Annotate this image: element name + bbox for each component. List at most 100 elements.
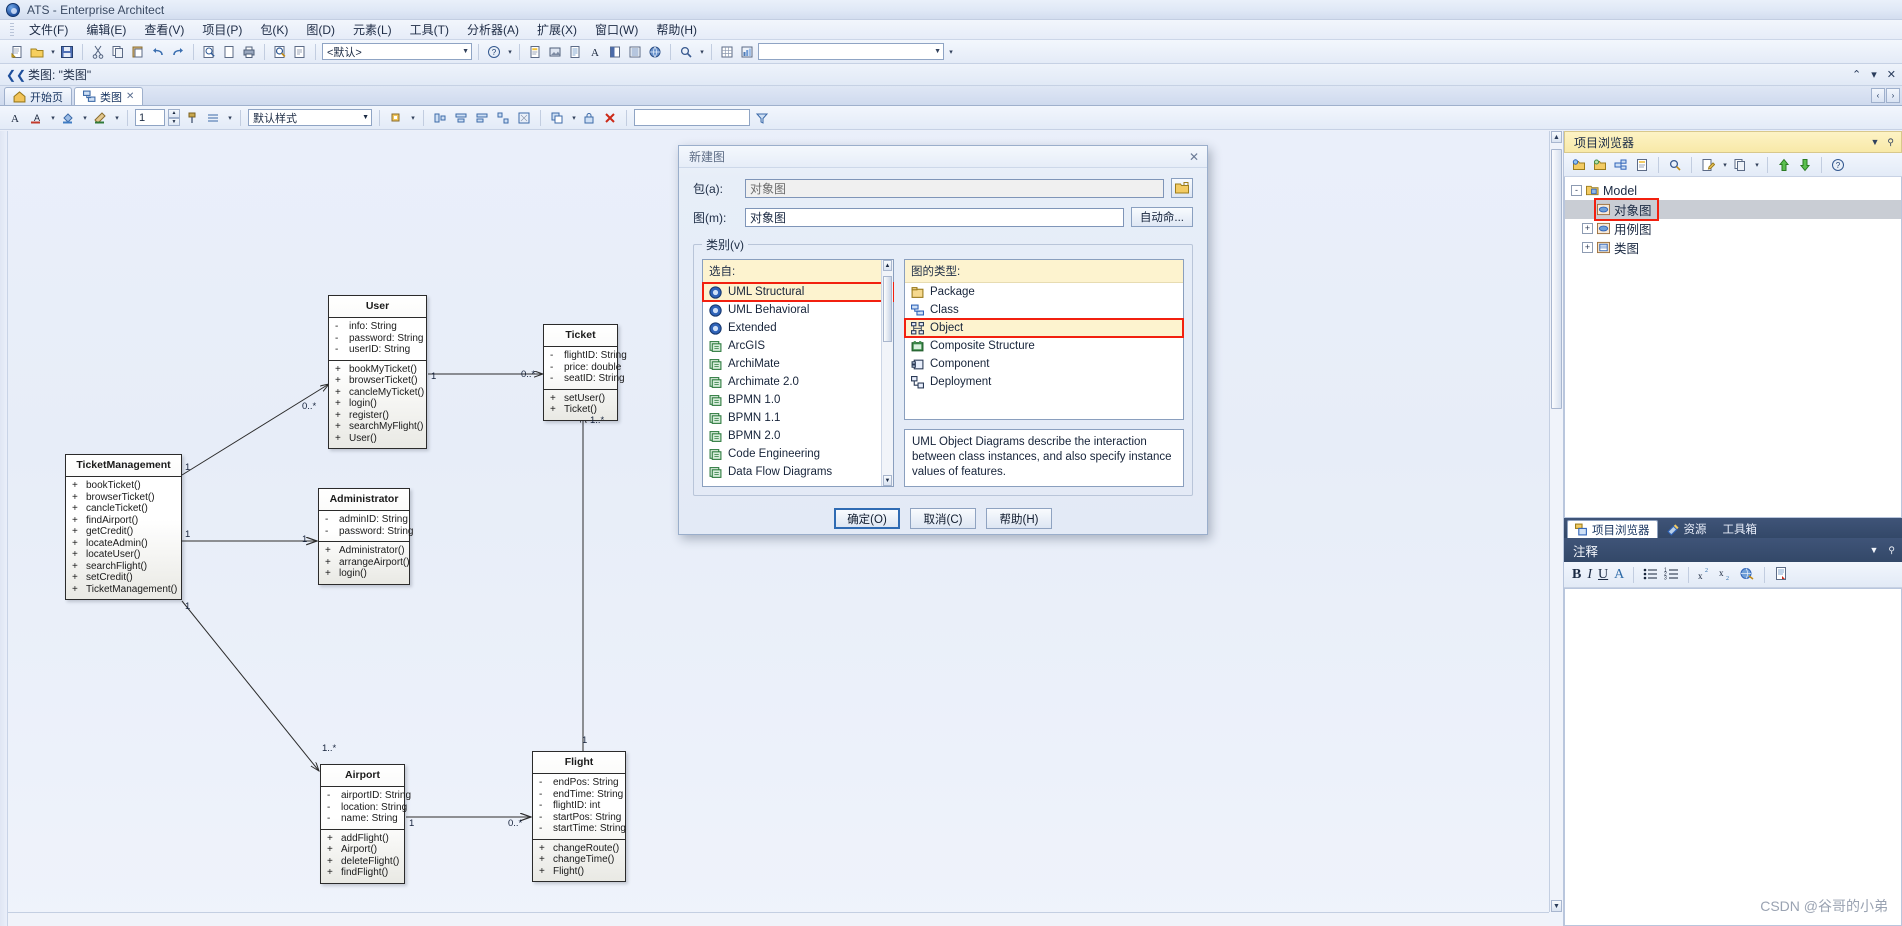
uml-class-administrator[interactable]: Administrator - adminID: String - password…: [318, 488, 413, 585]
collapse-icon[interactable]: ⌃: [1852, 68, 1861, 81]
tree-node-usecase-diagram[interactable]: + 用例图: [1565, 219, 1901, 238]
browse-folder-icon[interactable]: [1171, 178, 1193, 198]
underline-button[interactable]: U: [1598, 567, 1608, 583]
zoom-dropdown-icon[interactable]: ▾: [697, 43, 705, 61]
copy-icon[interactable]: [109, 43, 127, 61]
z-order-icon[interactable]: [548, 109, 566, 127]
line-style-dropdown-icon[interactable]: ▾: [225, 109, 233, 127]
page-icon[interactable]: [220, 43, 238, 61]
edit-notes-icon[interactable]: [1699, 156, 1717, 174]
help-dropdown-icon[interactable]: ▾: [505, 43, 513, 61]
tree-expander[interactable]: -: [1571, 185, 1582, 196]
source-listbox[interactable]: 选自: UML Structural UML Behavioral Extend…: [702, 259, 894, 487]
canvas-vertical-scrollbar[interactable]: ▲ ▼: [1549, 131, 1563, 912]
print-icon[interactable]: [240, 43, 258, 61]
menu-window[interactable]: 窗口(W): [586, 19, 647, 40]
source-list-scrollbar[interactable]: ▲ ▼: [881, 260, 893, 486]
type-item-object[interactable]: Object: [904, 318, 1184, 338]
tree-node-object-diagram[interactable]: 对象图: [1565, 198, 1901, 221]
dock-tab-project-browser[interactable]: 项目浏览器: [1567, 520, 1658, 538]
new-view-icon[interactable]: [1591, 156, 1609, 174]
paste-icon[interactable]: [129, 43, 147, 61]
line-width-stepper[interactable]: ▲ ▼: [168, 109, 180, 126]
open-folder-icon[interactable]: [28, 43, 46, 61]
menu-analyzer[interactable]: 分析器(A): [458, 19, 528, 40]
redo-icon[interactable]: [169, 43, 187, 61]
cut-icon[interactable]: [89, 43, 107, 61]
package-field[interactable]: 对象图: [745, 178, 1164, 198]
menu-edit[interactable]: 编辑(E): [77, 19, 135, 40]
dock-tab-resources[interactable]: 资源: [1660, 520, 1714, 538]
lock-icon[interactable]: [580, 109, 598, 127]
menu-view[interactable]: 查看(V): [135, 19, 193, 40]
scroll-thumb[interactable]: [1551, 149, 1562, 409]
apply-style-dropdown-icon[interactable]: ▾: [408, 109, 416, 127]
align-right-icon[interactable]: [473, 109, 491, 127]
tree-expander[interactable]: +: [1582, 223, 1593, 234]
print-preview-icon[interactable]: [200, 43, 218, 61]
distribute-icon[interactable]: [494, 109, 512, 127]
stepper-down-icon[interactable]: ▼: [168, 117, 180, 126]
move-up-icon[interactable]: [1775, 156, 1793, 174]
zoom-icon[interactable]: [677, 43, 695, 61]
help-circle-icon[interactable]: ?: [485, 43, 503, 61]
help-icon[interactable]: ?: [1829, 156, 1847, 174]
tree-node-class-diagram[interactable]: + 类图: [1565, 238, 1901, 257]
menu-project[interactable]: 项目(P): [193, 19, 251, 40]
scroll-down-icon[interactable]: ▼: [1551, 900, 1562, 912]
source-item-bpmn-10[interactable]: BPMN 1.0: [703, 391, 893, 409]
save-icon[interactable]: [58, 43, 76, 61]
source-item-arcgis[interactable]: ArcGIS: [703, 337, 893, 355]
type-item-component[interactable]: Component: [905, 355, 1183, 373]
chevron-down-icon[interactable]: ▼: [1869, 545, 1878, 556]
new-diagram-dialog[interactable]: 新建图 ✕ 包(a): 对象图 图(m): 对象图 自动命... 类别(v) 选…: [678, 145, 1208, 535]
pin-icon[interactable]: ⚲: [1888, 545, 1895, 556]
notes-icon[interactable]: [566, 43, 584, 61]
source-item-uml-behavioral[interactable]: UML Behavioral: [703, 301, 893, 319]
help-button[interactable]: 帮助(H): [986, 508, 1052, 529]
source-item-extended[interactable]: Extended: [703, 319, 893, 337]
edit-notes-dropdown-icon[interactable]: ▾: [1720, 156, 1728, 174]
ok-button[interactable]: 确定(O): [834, 508, 900, 529]
scroll-up-icon[interactable]: ▲: [883, 260, 892, 271]
source-item-archimate-20[interactable]: Archimate 2.0: [703, 373, 893, 391]
open-dropdown-icon[interactable]: ▾: [48, 43, 56, 61]
filter-icon[interactable]: [753, 109, 771, 127]
matrix-icon[interactable]: [718, 43, 736, 61]
scroll-down-icon[interactable]: ▼: [883, 475, 892, 486]
source-item-bpmn-11[interactable]: BPMN 1.1: [703, 409, 893, 427]
dock-tab-toolbox[interactable]: 工具箱: [1716, 520, 1765, 538]
canvas-horizontal-scrollbar[interactable]: [8, 912, 1549, 926]
spell-check-icon[interactable]: [291, 43, 309, 61]
close-icon[interactable]: ✕: [1887, 68, 1896, 81]
glossary-icon[interactable]: [646, 43, 664, 61]
undo-icon[interactable]: [149, 43, 167, 61]
minimize-icon[interactable]: ▾: [1871, 68, 1877, 81]
tab-class-diagram[interactable]: 类图 ✕: [74, 87, 144, 105]
tab-start-page[interactable]: 开始页: [4, 87, 72, 105]
diagram-name-field[interactable]: 对象图: [745, 207, 1124, 227]
uml-class-user[interactable]: User - info: String - password: String - us…: [328, 295, 427, 449]
source-item-data-flow-diagrams[interactable]: Data Flow Diagrams: [703, 463, 893, 481]
perspective-combo[interactable]: <默认> ▼: [322, 43, 472, 60]
type-item-package[interactable]: Package: [905, 283, 1183, 301]
format-text-input[interactable]: [634, 109, 750, 126]
search-model-icon[interactable]: [1666, 156, 1684, 174]
new-package-icon[interactable]: [1570, 156, 1588, 174]
bold-button[interactable]: B: [1572, 567, 1581, 583]
source-item-uml-structural[interactable]: UML Structural: [702, 282, 894, 302]
menu-diagram[interactable]: 图(D): [297, 19, 344, 40]
line-color-icon[interactable]: [91, 109, 109, 127]
pin-icon[interactable]: ⚲: [1887, 137, 1894, 148]
uml-class-ticket[interactable]: Ticket - flightID: String - price: double …: [543, 324, 627, 421]
project-browser-tree[interactable]: - Model 对象图 + 用例图 + 类图: [1564, 177, 1902, 518]
italic-button[interactable]: I: [1587, 567, 1592, 583]
menu-help[interactable]: 帮助(H): [647, 19, 706, 40]
menu-extensions[interactable]: 扩展(X): [528, 19, 586, 40]
source-item-archimate[interactable]: ArchiMate: [703, 355, 893, 373]
menu-tools[interactable]: 工具(T): [401, 19, 458, 40]
bullet-list-icon[interactable]: [1643, 567, 1658, 583]
menu-element[interactable]: 元素(L): [344, 19, 401, 40]
scroll-up-icon[interactable]: ▲: [1551, 131, 1562, 143]
type-item-class[interactable]: Class: [905, 301, 1183, 319]
